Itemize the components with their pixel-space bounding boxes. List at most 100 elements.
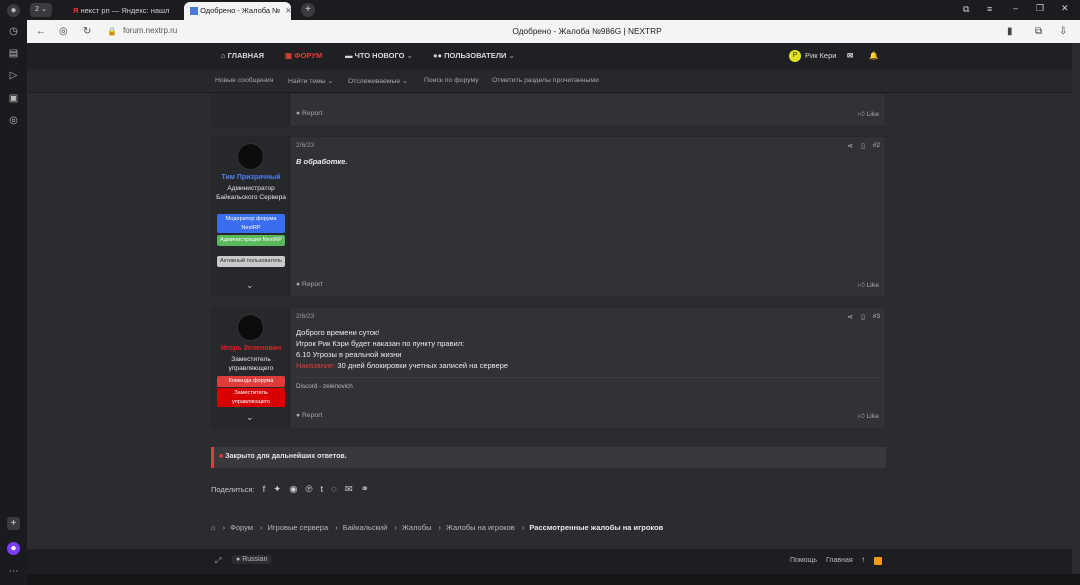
scrollbar[interactable]: [1072, 43, 1080, 574]
report-button[interactable]: ● Report: [296, 110, 322, 117]
email-icon[interactable]: ✉: [345, 484, 361, 495]
language-selector[interactable]: ● Russian: [232, 555, 272, 564]
subnav-watched[interactable]: Отслеживаемые ⌄: [348, 77, 408, 85]
username[interactable]: Тим Призрачный: [212, 174, 290, 181]
post-body: ● Report 👍︎ Like: [291, 94, 885, 126]
breadcrumb-item[interactable]: Игровые сервера: [268, 523, 329, 532]
video-icon[interactable]: ▷: [7, 69, 20, 82]
history-icon[interactable]: ◷: [7, 25, 20, 38]
subnav-find-threads[interactable]: Найти темы ⌄: [288, 77, 333, 85]
share-icon[interactable]: ⋖: [847, 313, 853, 321]
post-line: Игрок Рик Кэри будет наказан по пункту п…: [296, 339, 465, 348]
closed-notice-text: ■ Закрыто для дальнейших ответов.: [219, 453, 347, 460]
close-window-icon[interactable]: ✕: [1061, 3, 1069, 14]
tab-label: некст рп — Яндекс: нашл: [80, 6, 170, 15]
bookmark-icon[interactable]: ▮: [1007, 25, 1013, 38]
mail-icon[interactable]: ✉: [847, 51, 853, 60]
tab-label: Одобрено - Жалоба №: [200, 6, 281, 15]
avatar[interactable]: [237, 314, 264, 341]
post-date[interactable]: 2/6/23: [296, 142, 314, 149]
post-date[interactable]: 2/6/23: [296, 313, 314, 320]
collections-icon[interactable]: ▤: [7, 47, 20, 60]
username[interactable]: Игорь Зеленович: [212, 345, 290, 352]
avatar[interactable]: [237, 143, 264, 170]
badge-icon[interactable]: ▣: [7, 92, 20, 105]
rss-icon[interactable]: [874, 557, 882, 565]
chevron-down-icon[interactable]: ⌄: [246, 280, 254, 291]
alice-icon[interactable]: ●: [7, 542, 20, 555]
like-button[interactable]: 👍︎ Like: [858, 281, 879, 289]
new-tab-button[interactable]: +: [301, 3, 315, 17]
pinterest-icon[interactable]: ℗: [306, 484, 321, 495]
tab-forum[interactable]: Одобрено - Жалоба № ✕: [184, 2, 291, 20]
reload-icon[interactable]: ↻: [83, 25, 91, 38]
link-icon[interactable]: ⚭: [361, 484, 377, 495]
expand-icon[interactable]: ⤢: [215, 556, 221, 566]
screenshot-icon[interactable]: ◎: [7, 114, 20, 127]
post-line: Доброго времени суток!: [296, 328, 380, 337]
like-button[interactable]: 👍︎ Like: [858, 110, 879, 118]
tab-view-icon[interactable]: ⧉: [963, 4, 969, 15]
minimize-icon[interactable]: –: [1013, 3, 1018, 13]
reddit-icon[interactable]: ◉: [289, 484, 305, 495]
post-number[interactable]: #3: [873, 313, 880, 320]
closed-notice: ■ Закрыто для дальнейших ответов.: [211, 447, 886, 468]
report-button[interactable]: ● Report: [296, 412, 322, 419]
forum-subnav: Новые сообщения Найти темы ⌄ Отслеживаем…: [27, 69, 1080, 93]
user-badge: Заместитель управляющего: [217, 388, 285, 407]
thumbs-up-icon: 👍︎: [857, 282, 867, 289]
close-tab-icon[interactable]: ✕: [285, 6, 291, 15]
profile-icon[interactable]: ●: [7, 4, 20, 17]
subnav-search[interactable]: Поиск по форуму: [424, 77, 479, 84]
tab-yandex[interactable]: Я некст рп — Яндекс: нашл: [67, 2, 179, 20]
home-icon: ⌂: [221, 51, 228, 60]
scroll-top-icon[interactable]: ↑: [861, 555, 865, 564]
punishment-line: Наказание: 30 дней блокировки учетных за…: [296, 360, 508, 371]
report-button[interactable]: ● Report: [296, 281, 322, 288]
breadcrumb-current[interactable]: Рассмотренные жалобы на игроков: [529, 523, 663, 532]
bookmark-icon[interactable]: ▯: [861, 313, 865, 321]
whatsapp-icon[interactable]: ◌: [331, 484, 345, 495]
add-panel-icon[interactable]: +: [7, 517, 20, 530]
breadcrumb-item[interactable]: Жалобы: [402, 523, 432, 532]
signature: Discord - zelenovich: [296, 383, 353, 390]
breadcrumb-item[interactable]: Байкальский: [343, 523, 388, 532]
chevron-down-icon[interactable]: ⌄: [246, 412, 254, 423]
protect-icon[interactable]: ◎: [59, 25, 68, 38]
tab-counter[interactable]: 2 ⌄: [30, 3, 52, 17]
nav-users[interactable]: ●● ПОЛЬЗОВАТЕЛИ ⌄: [433, 51, 515, 60]
menu-icon[interactable]: ≡: [987, 4, 992, 14]
breadcrumb-item[interactable]: Форум: [230, 523, 253, 532]
signature-divider: [296, 377, 880, 378]
share-icon[interactable]: ⋖: [847, 142, 853, 150]
facebook-icon[interactable]: f: [263, 484, 274, 495]
url-field[interactable]: forum.nextrp.ru: [123, 26, 177, 35]
user-badge: Команда форума: [217, 376, 285, 387]
nav-home[interactable]: ⌂ ГЛАВНАЯ: [221, 51, 264, 60]
lock-icon: 🔒: [107, 27, 117, 36]
footer-help[interactable]: Помощь: [790, 557, 817, 564]
download-icon[interactable]: ⇩: [1059, 25, 1067, 38]
more-icon[interactable]: ⋯: [7, 565, 20, 578]
bookmark-icon[interactable]: ▯: [861, 142, 865, 150]
post-number[interactable]: #2: [873, 142, 880, 149]
nav-forum[interactable]: ▣ ФОРУМ: [285, 51, 322, 60]
twitter-icon[interactable]: ✦: [273, 484, 289, 495]
breadcrumb-item[interactable]: Жалобы на игроков: [446, 523, 515, 532]
reader-icon[interactable]: ⧉: [1035, 25, 1042, 38]
subnav-new-posts[interactable]: Новые сообщения: [215, 77, 273, 84]
restore-icon[interactable]: ❐: [1036, 3, 1044, 14]
user-name[interactable]: Рик Кери: [805, 51, 836, 60]
bell-icon[interactable]: 🔔: [869, 51, 878, 60]
avatar[interactable]: Р: [789, 50, 801, 62]
nav-whats-new[interactable]: ▬ ЧТО НОВОГО ⌄: [345, 51, 413, 60]
address-bar: ← ◎ ↻ 🔒 forum.nextrp.ru Одобрено - Жалоб…: [27, 20, 1080, 43]
thumbs-up-icon: 👍︎: [857, 111, 867, 118]
home-icon[interactable]: ⌂: [211, 523, 216, 532]
subnav-mark-read[interactable]: Отметить разделы прочитанными: [492, 77, 599, 84]
tumblr-icon[interactable]: t: [321, 484, 332, 495]
back-icon[interactable]: ←: [36, 25, 46, 38]
like-button[interactable]: 👍︎ Like: [858, 412, 879, 420]
footer-home[interactable]: Главная: [826, 557, 853, 564]
user-title: Заместитель управляющего: [228, 356, 274, 372]
